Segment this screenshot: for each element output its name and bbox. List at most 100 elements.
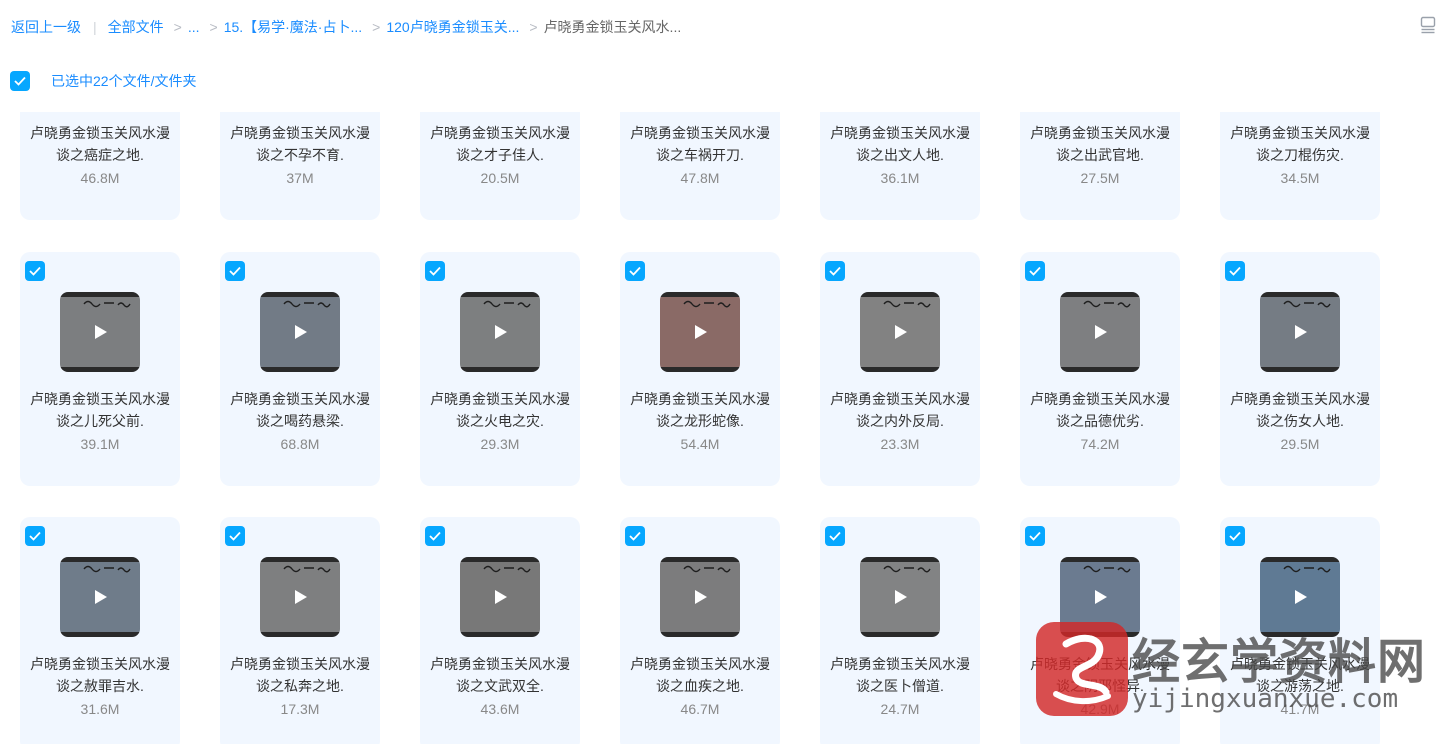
breadcrumb-folder-1[interactable]: 15.【易学·魔法·占卜...	[224, 17, 362, 37]
check-icon	[829, 266, 841, 276]
breadcrumb-all-files[interactable]: 全部文件	[108, 17, 164, 37]
file-card[interactable]: 卢晓勇金锁玉关风水漫谈之赦罪吉水. 31.6M	[20, 517, 180, 744]
select-all-checkbox[interactable]	[10, 71, 30, 91]
file-checkbox[interactable]	[25, 526, 45, 546]
file-size: 34.5M	[1280, 170, 1320, 186]
list-view-icon[interactable]	[1420, 16, 1436, 34]
video-thumbnail[interactable]	[460, 292, 540, 372]
file-name: 卢晓勇金锁玉关风水漫谈之伤女人地.	[1230, 391, 1370, 429]
file-size: 46.7M	[680, 701, 720, 717]
video-thumbnail[interactable]	[860, 292, 940, 372]
play-icon	[295, 590, 307, 604]
file-grid: 卢晓勇金锁玉关风水漫谈之癌症之地. 46.8M 卢晓勇金锁玉关风水漫谈之不孕不育. 3…	[0, 112, 1448, 744]
video-thumbnail[interactable]	[1060, 557, 1140, 637]
file-size: 47.8M	[680, 170, 720, 186]
play-icon	[1295, 590, 1307, 604]
video-thumbnail[interactable]	[260, 292, 340, 372]
handwriting-mark	[883, 300, 931, 308]
play-icon	[895, 590, 907, 604]
file-card[interactable]: 卢晓勇金锁玉关风水漫谈之癌症之地. 46.8M	[20, 112, 180, 220]
file-checkbox[interactable]	[425, 526, 445, 546]
video-thumbnail[interactable]	[260, 557, 340, 637]
file-size: 17.3M	[280, 701, 320, 717]
file-card[interactable]: 卢晓勇金锁玉关风水漫谈之车祸开刀. 47.8M	[620, 112, 780, 220]
handwriting-mark	[883, 565, 931, 573]
play-icon	[95, 325, 107, 339]
file-checkbox[interactable]	[1025, 261, 1045, 281]
video-thumbnail[interactable]	[60, 292, 140, 372]
breadcrumb-folder-2[interactable]: 120卢晓勇金锁玉关...	[386, 17, 519, 37]
video-thumbnail[interactable]	[1260, 292, 1340, 372]
file-card[interactable]: 卢晓勇金锁玉关风水漫谈之火电之灾. 29.3M	[420, 252, 580, 486]
video-thumbnail[interactable]	[660, 557, 740, 637]
back-link[interactable]: 返回上一级	[11, 17, 81, 37]
video-thumbnail[interactable]	[1060, 292, 1140, 372]
check-icon	[1029, 531, 1041, 541]
file-card[interactable]: 卢晓勇金锁玉关风水漫谈之喝药悬梁. 68.8M	[220, 252, 380, 486]
file-size: 42.9M	[1080, 701, 1120, 717]
video-thumbnail[interactable]	[1260, 557, 1340, 637]
file-name: 卢晓勇金锁玉关风水漫谈之私奔之地.	[230, 656, 370, 694]
file-card[interactable]: 卢晓勇金锁玉关风水漫谈之品德优劣. 74.2M	[1020, 252, 1180, 486]
video-thumbnail[interactable]	[460, 557, 540, 637]
file-card[interactable]: 卢晓勇金锁玉关风水漫谈之私奔之地. 17.3M	[220, 517, 380, 744]
handwriting-mark	[683, 565, 731, 573]
check-icon	[229, 266, 241, 276]
play-icon	[695, 590, 707, 604]
check-icon	[629, 266, 641, 276]
file-checkbox[interactable]	[625, 526, 645, 546]
file-name: 卢晓勇金锁玉关风水漫谈之儿死父前.	[30, 391, 170, 429]
chevron-right-icon: >	[372, 19, 381, 35]
file-checkbox[interactable]	[225, 261, 245, 281]
file-checkbox[interactable]	[1025, 526, 1045, 546]
file-card[interactable]: 卢晓勇金锁玉关风水漫谈之不孕不育. 37M	[220, 112, 380, 220]
play-icon	[895, 325, 907, 339]
file-checkbox[interactable]	[825, 526, 845, 546]
file-card[interactable]: 卢晓勇金锁玉关风水漫谈之出文人地. 36.1M	[820, 112, 980, 220]
file-card[interactable]: 卢晓勇金锁玉关风水漫谈之儿死父前. 39.1M	[20, 252, 180, 486]
file-name: 卢晓勇金锁玉关风水漫谈之癌症之地.	[30, 125, 170, 163]
top-bar: 返回上一级 | 全部文件 > ... > 15.【易学·魔法·占卜... > 1…	[0, 0, 1448, 52]
file-name: 卢晓勇金锁玉关风水漫谈之不孕不育.	[230, 125, 370, 163]
file-checkbox[interactable]	[425, 261, 445, 281]
file-checkbox[interactable]	[1225, 526, 1245, 546]
file-card[interactable]: 卢晓勇金锁玉关风水漫谈之内外反局. 23.3M	[820, 252, 980, 486]
file-size: 74.2M	[1080, 436, 1120, 452]
file-card[interactable]: 卢晓勇金锁玉关风水漫谈之龙形蛇像. 54.4M	[620, 252, 780, 486]
file-card[interactable]: 卢晓勇金锁玉关风水漫谈之才子佳人. 20.5M	[420, 112, 580, 220]
video-thumbnail[interactable]	[60, 557, 140, 637]
handwriting-mark	[283, 300, 331, 308]
file-card[interactable]: 卢晓勇金锁玉关风水漫谈之文武双全. 43.6M	[420, 517, 580, 744]
file-card[interactable]: 卢晓勇金锁玉关风水漫谈之血疾之地. 46.7M	[620, 517, 780, 744]
handwriting-mark	[483, 300, 531, 308]
handwriting-mark	[83, 565, 131, 573]
file-size: 27.5M	[1080, 170, 1120, 186]
file-checkbox[interactable]	[225, 526, 245, 546]
file-size: 46.8M	[80, 170, 120, 186]
handwriting-mark	[1283, 300, 1331, 308]
file-card[interactable]: 卢晓勇金锁玉关风水漫谈之游荡之地. 41.7M	[1220, 517, 1380, 744]
play-icon	[695, 325, 707, 339]
file-card[interactable]: 卢晓勇金锁玉关风水漫谈之刀棍伤灾. 34.5M	[1220, 112, 1380, 220]
file-name: 卢晓勇金锁玉关风水漫谈之文武双全.	[430, 656, 570, 694]
check-icon	[629, 531, 641, 541]
video-thumbnail[interactable]	[860, 557, 940, 637]
file-name: 卢晓勇金锁玉关风水漫谈之刀棍伤灾.	[1230, 125, 1370, 163]
file-card[interactable]: 卢晓勇金锁玉关风水漫谈之伤女人地. 29.5M	[1220, 252, 1380, 486]
file-size: 29.5M	[1280, 436, 1320, 452]
file-card[interactable]: 卢晓勇金锁玉关风水漫谈之阴邪怪异. 42.9M	[1020, 517, 1180, 744]
file-checkbox[interactable]	[625, 261, 645, 281]
handwriting-mark	[683, 300, 731, 308]
file-size: 20.5M	[480, 170, 520, 186]
file-name: 卢晓勇金锁玉关风水漫谈之游荡之地.	[1230, 656, 1370, 694]
handwriting-mark	[483, 565, 531, 573]
file-checkbox[interactable]	[825, 261, 845, 281]
file-card[interactable]: 卢晓勇金锁玉关风水漫谈之医卜僧道. 24.7M	[820, 517, 980, 744]
file-size: 39.1M	[80, 436, 120, 452]
play-icon	[1095, 590, 1107, 604]
file-card[interactable]: 卢晓勇金锁玉关风水漫谈之出武官地. 27.5M	[1020, 112, 1180, 220]
video-thumbnail[interactable]	[660, 292, 740, 372]
file-checkbox[interactable]	[1225, 261, 1245, 281]
file-checkbox[interactable]	[25, 261, 45, 281]
breadcrumb-ellipsis[interactable]: ...	[188, 19, 200, 35]
